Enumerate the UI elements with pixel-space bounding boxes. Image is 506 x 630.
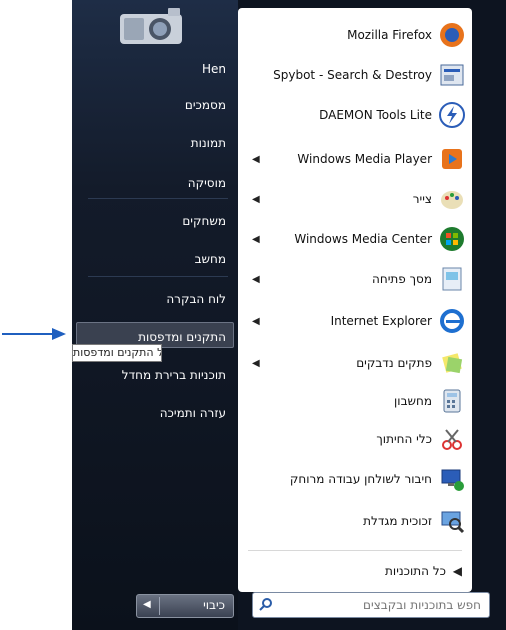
program-label: Spybot - Search & Destroy (273, 68, 432, 82)
right-pane-link[interactable]: התקנים ומדפסות (138, 330, 226, 344)
getting-started-icon (442, 267, 462, 291)
program-item[interactable]: ◀ Internet Explorer (238, 302, 472, 342)
right-pane-link[interactable]: מוסיקה (188, 176, 226, 190)
program-label: מחשבון (394, 394, 432, 408)
program-label: Mozilla Firefox (347, 28, 432, 42)
program-label: DAEMON Tools Lite (319, 108, 432, 122)
media-center-icon (440, 227, 464, 251)
start-menu: Hen מסמכים תמונות מוסיקה משחקים מחשב לוח הבקרה… (72, 0, 506, 630)
program-item[interactable]: ◀ פתקים נדבקים (238, 344, 472, 384)
shutdown-options-icon[interactable]: ◀ (143, 599, 151, 610)
submenu-arrow-icon[interactable]: ◀ (252, 316, 260, 327)
right-pane-link[interactable]: עזרה ותמיכה (160, 406, 226, 420)
calculator-icon (443, 389, 461, 413)
right-pane-link[interactable]: מחשב (195, 252, 226, 266)
separator (248, 550, 462, 551)
paint-icon (441, 191, 463, 209)
program-label: כלי החיתוך (376, 432, 432, 446)
internet-explorer-icon (440, 309, 464, 333)
user-name-link[interactable]: Hen (202, 62, 226, 76)
program-item[interactable]: ◀ Windows Media Center (238, 220, 472, 260)
program-label: צייר (412, 192, 432, 206)
all-programs[interactable]: כל התוכניות ◀ (238, 552, 472, 592)
right-pane-link[interactable]: מסמכים (185, 98, 226, 112)
right-pane-link[interactable]: תמונות (191, 136, 226, 150)
separator (88, 198, 228, 199)
program-label: חיבור לשולחן עבודה מרוחק (289, 472, 432, 486)
right-pane: Hen מסמכים תמונות מוסיקה משחקים מחשב לוח הבקרה… (72, 0, 238, 630)
program-item[interactable]: Mozilla Firefox (238, 16, 472, 56)
separator (88, 276, 228, 277)
submenu-arrow-icon[interactable]: ◀ (252, 234, 260, 245)
program-label: Internet Explorer (330, 314, 432, 328)
tooltip: הצג ונהל התקנים ומדפסות (72, 344, 162, 362)
submenu-arrow-icon[interactable]: ◀ (252, 358, 260, 369)
sticky-notes-icon (442, 353, 463, 374)
program-item[interactable]: ◀ צייר (238, 180, 472, 220)
spybot-icon (440, 64, 464, 86)
program-item[interactable]: חיבור לשולחן עבודה מרוחק (238, 460, 472, 500)
program-label: Windows Media Player (297, 152, 432, 166)
program-item[interactable]: DAEMON Tools Lite (238, 96, 472, 136)
search-input[interactable] (279, 595, 483, 615)
search-icon (259, 598, 272, 611)
submenu-arrow-icon[interactable]: ◀ (252, 274, 260, 285)
shutdown-label: כיבוי (203, 598, 225, 612)
remote-desktop-icon (441, 469, 464, 491)
daemon-tools-icon (439, 102, 465, 128)
program-item[interactable]: Spybot - Search & Destroy (238, 56, 472, 96)
divider (159, 597, 160, 615)
firefox-icon (440, 23, 464, 47)
program-label: Windows Media Center (294, 232, 432, 246)
right-pane-link[interactable]: משחקים (182, 214, 226, 228)
triangle-left-icon: ◀ (452, 564, 462, 578)
right-pane-link[interactable]: לוח הבקרה (166, 292, 226, 306)
program-item[interactable]: מחשבון (238, 382, 472, 422)
program-item[interactable]: ◀ Windows Media Player (238, 140, 472, 180)
shutdown-button[interactable]: כיבוי ◀ (136, 594, 234, 618)
camera-icon (120, 8, 182, 44)
pointer-arrow-icon (2, 328, 66, 340)
snipping-tool-icon (442, 429, 462, 450)
program-label: זכוכית מגדלת (363, 514, 432, 528)
program-item[interactable]: ◀ מסך פתיחה (238, 260, 472, 300)
programs-pane: Mozilla Firefox Spybot - Search & Destroy… (238, 8, 472, 592)
magnifier-icon (441, 511, 465, 534)
submenu-arrow-icon[interactable]: ◀ (252, 194, 260, 205)
right-pane-link[interactable]: תוכניות ברירת מחדל (122, 368, 226, 382)
all-programs-label: כל התוכניות (385, 564, 446, 578)
program-label: פתקים נדבקים (356, 356, 432, 370)
media-player-icon (442, 149, 462, 169)
program-item[interactable]: זכוכית מגדלת (238, 502, 472, 542)
submenu-arrow-icon[interactable]: ◀ (252, 154, 260, 165)
search-box[interactable] (252, 592, 490, 618)
program-item[interactable]: כלי החיתוך (238, 420, 472, 460)
program-label: מסך פתיחה (372, 272, 432, 286)
